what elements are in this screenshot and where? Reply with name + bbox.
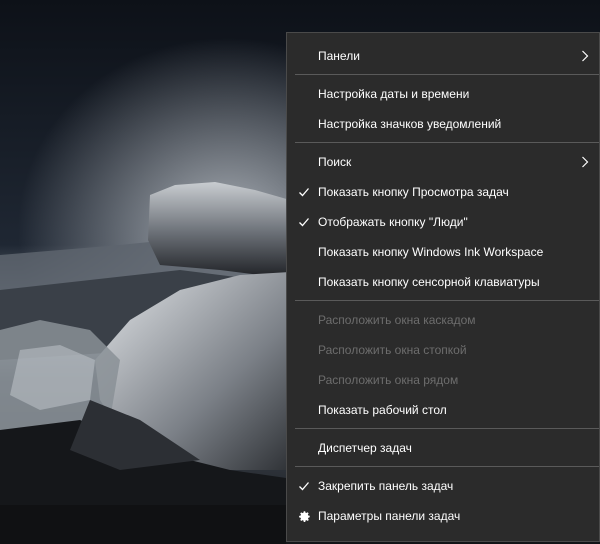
menu-item-label: Показать кнопку Просмотра задач: [318, 185, 509, 199]
checkmark-icon: [297, 215, 311, 229]
menu-item-label: Панели: [318, 49, 360, 63]
menu-item-label: Отображать кнопку "Люди": [318, 215, 468, 229]
menu-item-2-1[interactable]: Показать кнопку Просмотра задач: [287, 177, 599, 207]
menu-item-label: Расположить окна рядом: [318, 373, 459, 387]
menu-item-3-2: Расположить окна рядом: [287, 365, 599, 395]
menu-item-4-0[interactable]: Диспетчер задач: [287, 433, 599, 463]
menu-item-label: Показать рабочий стол: [318, 403, 447, 417]
taskbar-context-menu: Панели Настройка даты и времени Настройка …: [286, 32, 600, 542]
menu-item-2-0[interactable]: Поиск: [287, 147, 599, 177]
menu-item-label: Показать кнопку Windows Ink Workspace: [318, 245, 544, 259]
menu-item-3-3[interactable]: Показать рабочий стол: [287, 395, 599, 425]
menu-item-1-0[interactable]: Настройка даты и времени: [287, 79, 599, 109]
menu-item-3-0: Расположить окна каскадом: [287, 305, 599, 335]
menu-item-label: Поиск: [318, 155, 352, 169]
menu-item-5-0[interactable]: Закрепить панель задач: [287, 471, 599, 501]
menu-item-2-3[interactable]: Показать кнопку Windows Ink Workspace: [287, 237, 599, 267]
menu-item-label: Диспетчер задач: [318, 441, 412, 455]
menu-separator: [295, 466, 599, 467]
menu-item-label: Расположить окна стопкой: [318, 343, 467, 357]
menu-item-label: Закрепить панель задач: [318, 479, 454, 493]
menu-item-5-1[interactable]: Параметры панели задач: [287, 501, 599, 531]
menu-item-label: Настройка даты и времени: [318, 87, 470, 101]
menu-item-3-1: Расположить окна стопкой: [287, 335, 599, 365]
menu-separator: [295, 74, 599, 75]
menu-item-1-1[interactable]: Настройка значков уведомлений: [287, 109, 599, 139]
menu-item-label: Показать кнопку сенсорной клавиатуры: [318, 275, 540, 289]
menu-item-label: Параметры панели задач: [318, 509, 461, 523]
gear-icon: [297, 509, 311, 523]
menu-item-label: Настройка значков уведомлений: [318, 117, 502, 131]
menu-item-0-0[interactable]: Панели: [287, 41, 599, 71]
checkmark-icon: [297, 185, 311, 199]
checkmark-icon: [297, 479, 311, 493]
menu-item-2-2[interactable]: Отображать кнопку "Люди": [287, 207, 599, 237]
menu-separator: [295, 300, 599, 301]
chevron-right-icon: [580, 155, 590, 169]
chevron-right-icon: [580, 49, 590, 63]
menu-item-label: Расположить окна каскадом: [318, 313, 476, 327]
menu-separator: [295, 142, 599, 143]
menu-separator: [295, 428, 599, 429]
menu-item-2-4[interactable]: Показать кнопку сенсорной клавиатуры: [287, 267, 599, 297]
